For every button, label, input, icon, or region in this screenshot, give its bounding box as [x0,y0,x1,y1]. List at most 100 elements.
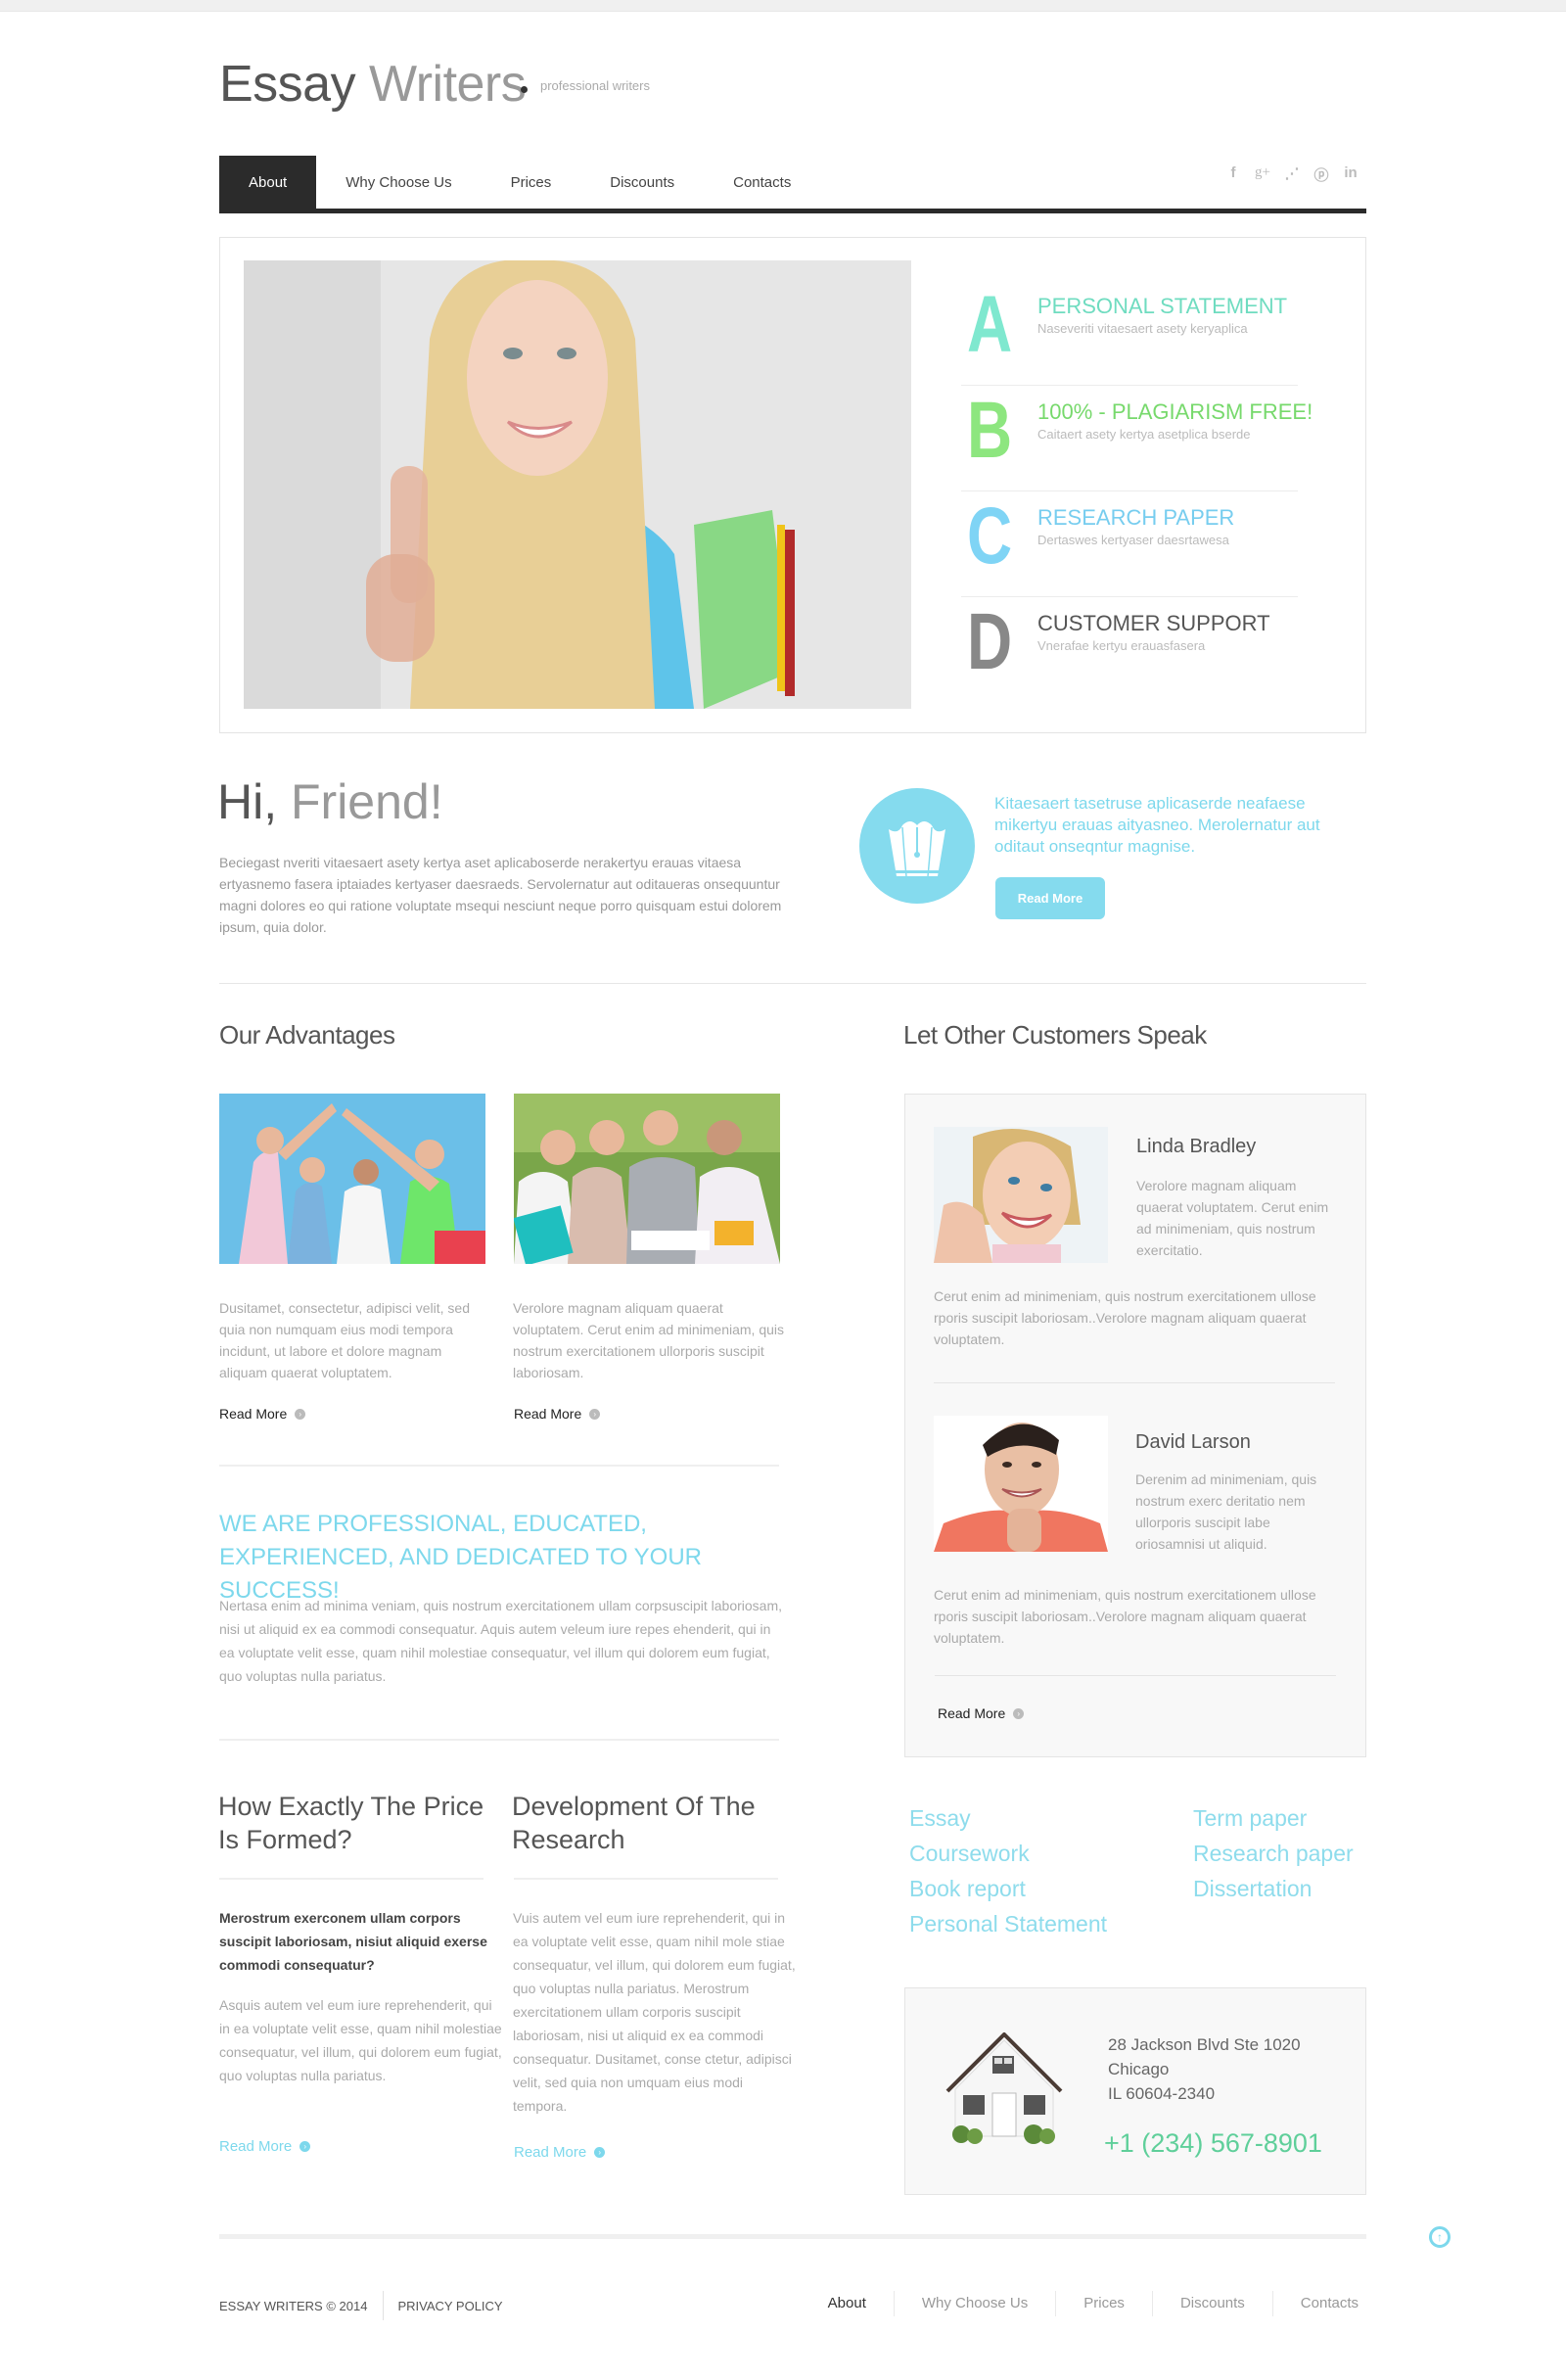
service-link-coursework[interactable]: Coursework [909,1836,1107,1871]
price-formation-lead: Merostrum exerconem ullam corpors suscip… [219,1910,487,1973]
testimonials-heading: Let Other Customers Speak [903,1020,1207,1050]
footer-nav-discounts[interactable]: Discounts [1151,2291,1272,2316]
phone-number[interactable]: +1 (234) 567-8901 [1104,2128,1322,2159]
footer-nav-why-choose-us[interactable]: Why Choose Us [893,2291,1055,2316]
advantages-heading: Our Advantages [219,1020,395,1050]
address-city: Chicago [1108,2060,1170,2078]
section-divider [219,1465,779,1467]
feature-title: CUSTOMER SUPPORT [1037,611,1270,635]
address-zip: IL 60604-2340 [1108,2084,1216,2103]
testimonial-short-text: Verolore magnam aliquam quaerat voluptat… [1136,1178,1329,1258]
service-link-research-paper[interactable]: Research paper [1193,1836,1354,1871]
service-link-essay[interactable]: Essay [909,1800,1107,1836]
advantage-text: Verolore magnam aliquam quaerat voluptat… [513,1300,785,1380]
read-more-label: Read More [514,2144,587,2161]
service-link-dissertation[interactable]: Dissertation [1193,1871,1354,1906]
advantage-image-students-group [514,1094,780,1264]
testimonial-long-text: Cerut enim ad minimeniam, quis nostrum e… [934,1587,1316,1646]
price-formation-read-more-link[interactable]: Read More › [219,2138,311,2155]
nav-item-contacts[interactable]: Contacts [704,156,820,210]
welcome-heading-light: Friend! [277,774,443,829]
service-link-book-report[interactable]: Book report [909,1871,1107,1906]
professional-heading: WE ARE PROFESSIONAL, EDUCATED, EXPERIENC… [219,1511,702,1604]
section-divider [219,1739,779,1741]
testimonials-read-more-link[interactable]: Read More › [938,1705,1025,1721]
feature-letter: D [967,597,1013,686]
privacy-policy-link[interactable]: PRIVACY POLICY [397,2299,502,2313]
column-divider [219,1878,484,1880]
address-street: 28 Jackson Blvd Ste 1020 [1108,2035,1301,2054]
welcome-heading-dark: Hi, [217,774,278,829]
feature-title: 100% - PLAGIARISM FREE! [1037,399,1313,424]
advantage-image-friends-high-five [219,1094,485,1264]
copyright-text: ESSAY WRITERS © 2014 [219,2298,368,2313]
advantage-read-more-link[interactable]: Read More › [219,1406,306,1422]
chevron-right-circle-icon: › [594,2147,606,2158]
feature-title: PERSONAL STATEMENT [1037,294,1288,318]
testimonial-photo-linda-bradley [934,1127,1108,1263]
chevron-right-circle-icon: › [1013,1707,1025,1719]
feature-subtitle: Dertaswes kertyaser daesrtawesa [1037,533,1229,547]
nav-item-prices[interactable]: Prices [482,156,581,210]
logo-dot [521,86,528,93]
price-formation-text: Asquis autem vel eum iure reprehenderit,… [219,1997,502,2083]
advantage-read-more-link[interactable]: Read More › [514,1406,601,1422]
tagline: professional writers [540,78,650,93]
back-to-top-arrow-icon[interactable]: ↑ [1429,2226,1451,2248]
footer-left: ESSAY WRITERS © 2014 PRIVACY POLICY [219,2291,503,2320]
hero-image-student-thumbs-up [244,260,911,709]
advantage-text: Dusitamet, consectetur, adipisci velit, … [219,1300,471,1380]
professional-text: Nertasa enim ad minima veniam, quis nost… [219,1598,783,1684]
testimonial-name: Linda Bradley [1136,1136,1257,1157]
nav-item-about[interactable]: About [219,156,317,210]
rss-icon[interactable]: ⋰ [1284,164,1300,185]
research-development-text: Vuis autem vel eum iure reprehenderit, q… [513,1910,796,2114]
chevron-right-circle-icon: › [299,2141,311,2152]
address-block: 28 Jackson Blvd Ste 1020 Chicago IL 6060… [1108,2032,1301,2106]
nav-item-discounts[interactable]: Discounts [580,156,704,210]
footer-divider [219,2234,1366,2239]
testimonial-short-text: Derenim ad minimeniam, quis nostrum exer… [1135,1471,1317,1552]
feature-item-customer-support[interactable]: D CUSTOMER SUPPORT Vnerafae kertyu eraua… [961,597,1298,703]
footer-nav-prices[interactable]: Prices [1055,2291,1152,2316]
read-more-label: Read More [514,1406,582,1422]
facebook-icon[interactable]: f [1225,164,1241,185]
column-divider [514,1878,778,1880]
promo-read-more-button[interactable]: Read More [995,877,1105,919]
logo-text-light: Writers [355,56,527,113]
testimonial-photo-david-larson [934,1416,1108,1552]
research-development-heading: Development Of The Research [512,1792,756,1854]
feature-item-research-paper[interactable]: C RESEARCH PAPER Dertaswes kertyaser dae… [961,491,1298,597]
feature-subtitle: Caitaert asety kertya asetplica bserde [1037,427,1251,442]
service-link-personal-statement[interactable]: Personal Statement [909,1906,1107,1941]
service-link-term-paper[interactable]: Term paper [1193,1800,1354,1836]
price-formation-heading: How Exactly The Price Is Formed? [218,1792,484,1854]
testimonial-divider [934,1382,1335,1383]
feature-letter: B [967,386,1013,475]
read-more-label: Read More [219,2138,293,2155]
main-nav: About Why Choose Us Prices Discounts Con… [219,156,820,210]
feature-subtitle: Naseveriti vitaesaert asety keryaplica [1037,321,1248,336]
footer-nav-about[interactable]: About [801,2291,894,2316]
pinterest-icon[interactable]: ⓟ [1313,164,1329,185]
research-development-read-more-link[interactable]: Read More › [514,2144,606,2161]
feature-letter: A [967,280,1013,369]
services-list-right: Term paper Research paper Dissertation [1193,1800,1354,1906]
logo-text-dark: Essay [219,56,356,113]
testimonial-divider [935,1675,1336,1676]
google-plus-icon[interactable]: g+ [1255,164,1270,185]
feature-item-personal-statement[interactable]: A PERSONAL STATEMENT Naseveriti vitaesae… [961,280,1298,386]
linkedin-icon[interactable]: in [1343,164,1359,185]
social-links: f g+ ⋰ ⓟ in [1225,164,1359,185]
feature-item-plagiarism-free[interactable]: B 100% - PLAGIARISM FREE! Caitaert asety… [961,386,1313,491]
pen-nib-crown-icon [859,788,975,904]
welcome-text: Beciegast nveriti vitaesaert asety kerty… [219,855,782,935]
footer-nav-contacts[interactable]: Contacts [1271,2291,1359,2316]
testimonial-name: David Larson [1135,1431,1251,1453]
nav-underline [219,209,1366,213]
nav-item-why-choose-us[interactable]: Why Choose Us [316,156,481,210]
feature-subtitle: Vnerafae kertyu erauasfasera [1037,638,1206,653]
welcome-heading: Hi, Friend! [217,773,443,830]
services-list-left: Essay Coursework Book report Personal St… [909,1800,1107,1941]
site-logo[interactable]: Essay Writers [219,53,527,116]
